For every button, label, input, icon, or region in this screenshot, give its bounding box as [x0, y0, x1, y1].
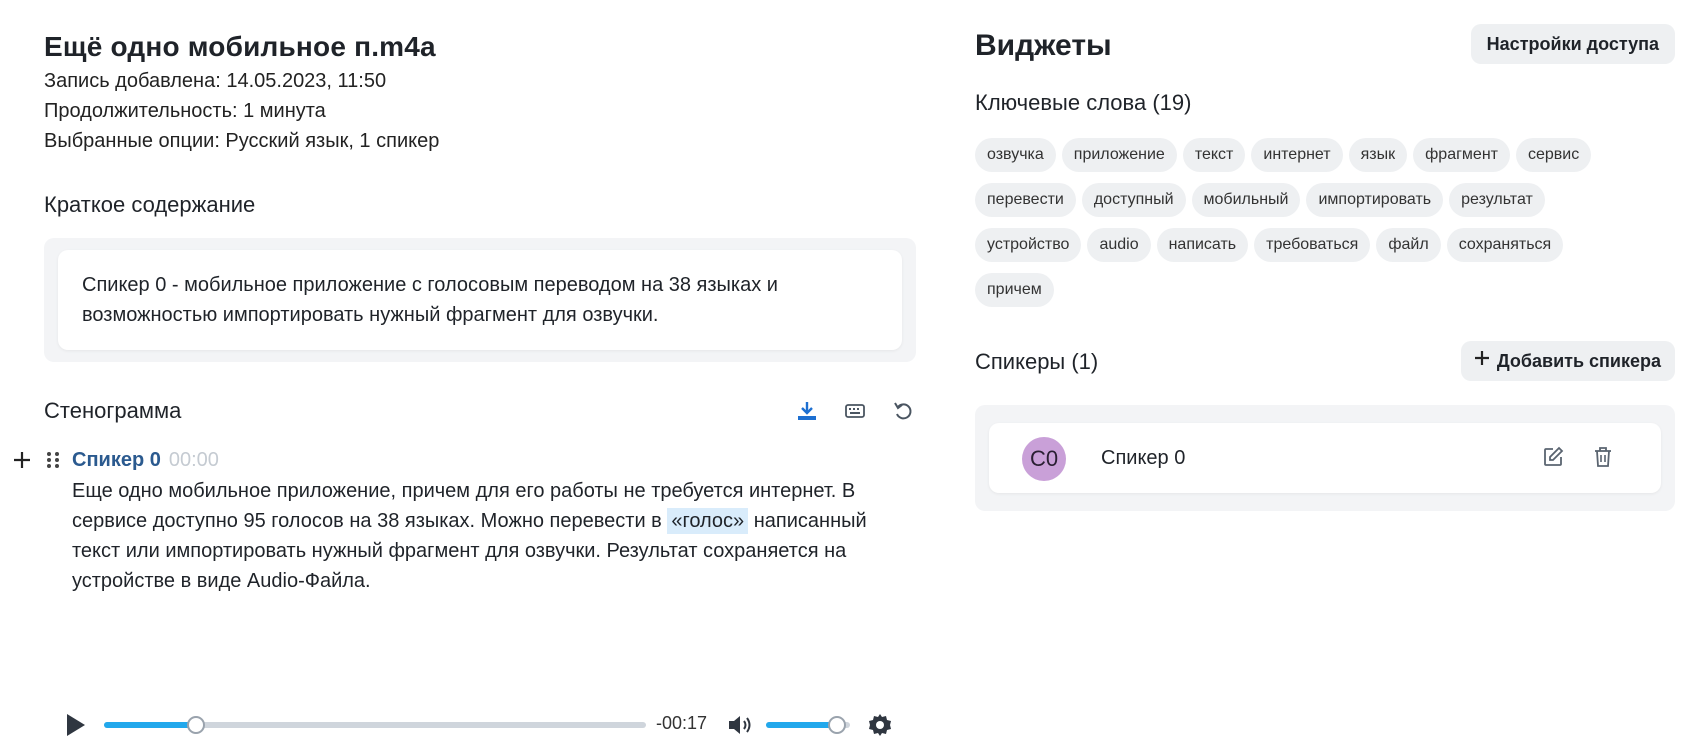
keyword-chip[interactable]: перевести [975, 183, 1076, 217]
keyword-chip[interactable]: приложение [1061, 138, 1177, 172]
edit-icon[interactable] [1541, 445, 1567, 471]
keyword-chip[interactable]: сервис [1515, 138, 1592, 172]
record-panel: Ещё одно мобильное п.m4a Запись добавлен… [44, 28, 916, 430]
keyword-chip[interactable]: файл [1376, 228, 1441, 262]
transcript-heading: Стенограмма [44, 398, 182, 423]
keyword-chip[interactable]: импортировать [1306, 183, 1444, 217]
play-icon[interactable] [64, 712, 88, 738]
keyword-chip[interactable]: фрагмент [1413, 138, 1510, 172]
keyword-chip[interactable]: устройство [975, 228, 1082, 262]
keyword-chip[interactable]: написать [1156, 228, 1249, 262]
add-speaker-button[interactable]: Добавить спикера [1460, 341, 1675, 381]
volume-slider[interactable] [766, 716, 850, 734]
add-speaker-label: Добавить спикера [1496, 351, 1661, 371]
speakers-heading: Спикеры (1) [975, 349, 1099, 374]
keyword-chip[interactable]: причем [975, 273, 1054, 307]
speaker-card: C0 Спикер 0 [989, 423, 1661, 493]
keyword-chip[interactable]: язык [1348, 138, 1408, 172]
transcript-header: Стенограмма [44, 390, 916, 430]
speaker-name: Спикер 0 [1101, 447, 1186, 469]
segment-speaker[interactable]: Спикер 0 [72, 449, 161, 471]
highlighted-word[interactable]: «голос» [667, 508, 749, 534]
summary-text: Спикер 0 - мобильное приложение с голосо… [58, 250, 902, 350]
volume-handle[interactable] [828, 716, 847, 734]
volume-level [766, 722, 838, 728]
seek-handle[interactable] [187, 716, 206, 734]
volume-icon[interactable] [726, 712, 754, 738]
transcript-toolbar [794, 398, 916, 424]
keyword-chip[interactable]: текст [1182, 138, 1246, 172]
plus-icon [1473, 341, 1491, 381]
keyword-chip[interactable]: мобильный [1191, 183, 1301, 217]
keyword-chip[interactable]: требоваться [1254, 228, 1371, 262]
segment-header: Спикер 0 00:00 [72, 446, 219, 474]
summary-heading: Краткое содержание [44, 192, 256, 217]
record-title: Ещё одно мобильное п.m4a [44, 31, 436, 62]
drag-handle-icon[interactable] [44, 450, 62, 470]
widgets-panel: Виджеты Настройки доступа Ключевые слова… [975, 24, 1675, 511]
trash-icon[interactable] [1591, 445, 1617, 471]
audio-player: -00:17 [60, 706, 900, 742]
keyword-chip[interactable]: сохраняться [1446, 228, 1564, 262]
speakers-header: Спикеры (1) Добавить спикера [975, 341, 1675, 385]
segment-text[interactable]: Еще одно мобильное приложение, причем дл… [72, 476, 872, 596]
access-settings-button[interactable]: Настройки доступа [1470, 24, 1675, 64]
keyboard-icon[interactable] [842, 398, 868, 424]
record-duration: Продолжительность: 1 минута [44, 100, 326, 122]
avatar: C0 [1022, 437, 1066, 481]
remaining-time: -00:17 [656, 713, 708, 733]
keyword-chip[interactable]: доступный [1081, 183, 1186, 217]
settings-gear-icon[interactable] [867, 712, 893, 738]
seek-bar[interactable] [104, 716, 646, 734]
record-added: Запись добавлена: 14.05.2023, 11:50 [44, 70, 387, 92]
seek-progress [104, 722, 197, 728]
undo-icon[interactable] [890, 398, 916, 424]
keyword-chip[interactable]: интернет [1251, 138, 1343, 172]
segment-timestamp[interactable]: 00:00 [169, 449, 219, 471]
keyword-chip[interactable]: озвучка [975, 138, 1056, 172]
speakers-container: C0 Спикер 0 [975, 405, 1675, 511]
add-segment-icon[interactable] [10, 448, 34, 472]
keyword-chip[interactable]: audio [1087, 228, 1151, 262]
keywords-heading: Ключевые слова (19) [975, 90, 1192, 115]
record-options: Выбранные опции: Русский язык, 1 спикер [44, 130, 440, 152]
keyword-chip[interactable]: результат [1449, 183, 1545, 217]
download-icon[interactable] [794, 398, 820, 424]
summary-container: Спикер 0 - мобильное приложение с голосо… [44, 238, 916, 362]
keyword-list: озвучка приложение текст интернет язык фрагме… [975, 138, 1615, 307]
